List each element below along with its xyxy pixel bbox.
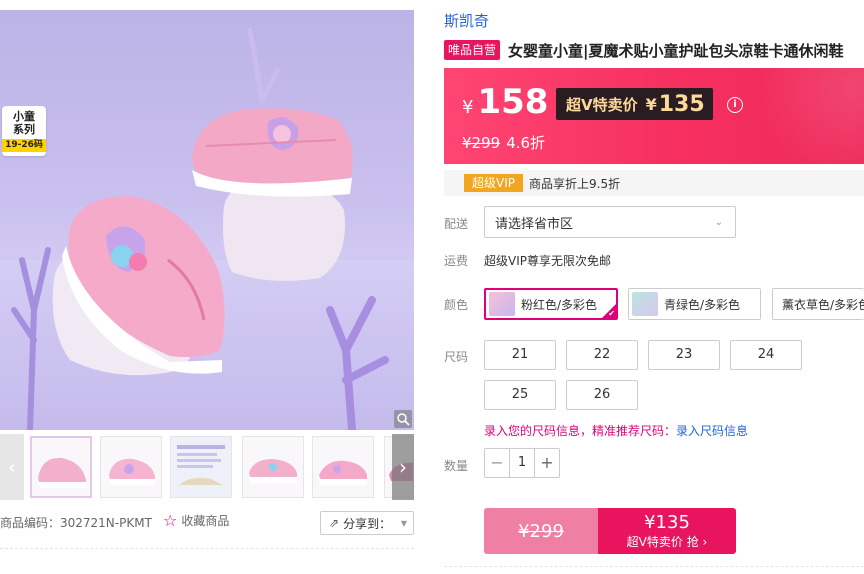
divider (444, 566, 864, 567)
price-panel: ¥ 158 超V特卖价 ¥ 135 i ¥299 4.6折 (444, 68, 864, 164)
favorite-label: 收藏商品 (181, 514, 230, 528)
region-placeholder: 请选择省市区 (495, 216, 574, 232)
buy-original-price: ¥299 (484, 508, 598, 554)
series-tag-size-range: 19-26码 (2, 139, 46, 152)
color-option-pink[interactable]: 粉红色/多彩色 ✔ (484, 288, 618, 320)
thumb-prev-arrow-icon[interactable]: ‹ (0, 434, 24, 500)
vip-price-pill: 超V特卖价 ¥ 135 (556, 88, 713, 120)
original-price-row: ¥299 4.6折 (462, 132, 545, 153)
divider (0, 548, 414, 549)
size-option[interactable]: 21 (484, 340, 556, 370)
buy-vip-price: ¥135 (644, 512, 690, 533)
color-option-label: 薰衣草色/多彩色 (782, 297, 864, 312)
caret-down-icon: ▼ (400, 518, 407, 528)
size-option[interactable]: 23 (648, 340, 720, 370)
size-option[interactable]: 22 (566, 340, 638, 370)
enter-size-link[interactable]: 录入尺码信息 (676, 424, 748, 438)
shipping-label: 运费 (444, 254, 469, 268)
series-tag: 小童 系列 19-26码 (2, 106, 46, 156)
thumbnail[interactable] (170, 436, 232, 498)
check-icon: ✔ (608, 309, 615, 318)
original-price: ¥299 (462, 133, 501, 152)
thumbnail[interactable] (100, 436, 162, 498)
color-swatch (632, 292, 658, 316)
super-vip-badge[interactable]: 超级VIP (464, 174, 523, 192)
share-dropdown[interactable]: ⇗ 分享到： ▼ (320, 511, 414, 535)
thumbnail[interactable] (30, 436, 92, 498)
series-tag-line1: 小童 (13, 110, 35, 123)
currency-symbol: ¥ (462, 97, 474, 118)
thumb-next-arrow-icon[interactable]: › (392, 434, 414, 500)
color-option-teal[interactable]: 青绿色/多彩色 (628, 288, 761, 320)
buy-button[interactable]: ¥299 ¥135 超V特卖价 抢 › (484, 508, 736, 554)
delivery-label: 配送 (444, 217, 469, 231)
quantity-input[interactable]: 1 (509, 449, 535, 477)
share-icon: ⇗ (329, 516, 340, 530)
size-option[interactable]: 25 (484, 380, 556, 410)
vip-benefit-text: 商品享折上9.5折 (529, 176, 621, 191)
magnifier-icon[interactable] (394, 410, 412, 428)
quantity-plus-button[interactable]: + (535, 449, 559, 477)
favorite-button[interactable]: ☆ 收藏商品 (163, 512, 229, 529)
product-title: 女婴童小童|夏魔术贴小童护趾包头凉鞋卡通休闲鞋 (508, 41, 844, 60)
size-hint: 录入您的尺码信息，精准推荐尺码：录入尺码信息 (484, 422, 748, 439)
size-option[interactable]: 24 (730, 340, 802, 370)
size-hint-text: 录入您的尺码信息，精准推荐尺码： (484, 424, 677, 438)
thumbnail-strip: ‹ › (0, 434, 414, 500)
buy-vip-label: 超V特卖价 抢 › (626, 535, 708, 549)
color-label: 颜色 (444, 298, 469, 312)
vip-currency-symbol: ¥ (645, 94, 657, 114)
current-price: ¥ 158 (462, 82, 548, 122)
current-price-value: 158 (477, 82, 549, 122)
chevron-down-icon: ⌄ (714, 216, 723, 228)
shipping-text: 超级VIP尊享无限次免邮 (484, 254, 611, 268)
quantity-minus-button[interactable]: − (485, 449, 509, 477)
share-label: 分享到： (343, 516, 392, 531)
price-panel-decoration (744, 68, 864, 164)
color-option-lavender[interactable]: 薰衣草色/多彩色 (772, 288, 864, 320)
buy-vip-section[interactable]: ¥135 超V特卖价 抢 › (598, 508, 736, 554)
region-select[interactable]: 请选择省市区 ⌄ (484, 206, 736, 238)
title-row: 唯品自营 女婴童小童|夏魔术贴小童护趾包头凉鞋卡通休闲鞋 (444, 38, 864, 62)
product-sku: 商品编码：302721N-PKMT (0, 516, 152, 530)
main-product-image[interactable]: 小童 系列 19-26码 (0, 10, 414, 430)
color-swatch (489, 292, 515, 316)
vip-benefit-bar: 超级VIP 商品享折上9.5折 (444, 170, 864, 196)
size-option[interactable]: 26 (566, 380, 638, 410)
color-option-label: 粉红色/多彩色 (521, 297, 598, 312)
vip-price-label: 超V特卖价 (566, 95, 638, 114)
quantity-label: 数量 (444, 459, 469, 473)
color-option-label: 青绿色/多彩色 (664, 297, 741, 312)
vip-price-value: 135 (658, 91, 705, 117)
discount-rate: 4.6折 (506, 134, 546, 152)
star-icon: ☆ (163, 510, 178, 530)
product-photo (11, 27, 389, 430)
thumbnail[interactable] (242, 436, 304, 498)
series-tag-line2: 系列 (13, 123, 35, 136)
thumbnail[interactable] (312, 436, 374, 498)
size-label: 尺码 (444, 350, 469, 364)
self-operated-badge: 唯品自营 (444, 40, 501, 60)
quantity-stepper: − 1 + (484, 448, 560, 478)
brand-link[interactable]: 斯凯奇 (444, 10, 489, 31)
info-icon[interactable]: i (727, 97, 743, 113)
